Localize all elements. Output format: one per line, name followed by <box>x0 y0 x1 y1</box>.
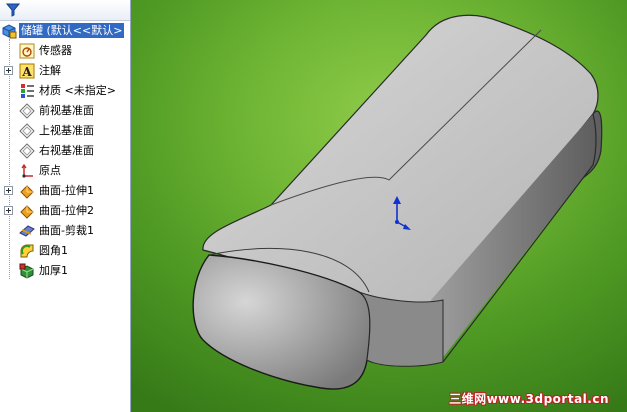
plane-icon <box>19 103 35 119</box>
tree-item-label: 注解 <box>39 64 61 77</box>
tree-item-sensors[interactable]: 传感器 <box>0 41 130 61</box>
tree-item-label: 曲面-剪裁1 <box>39 224 94 237</box>
surface-trim-icon <box>19 225 35 237</box>
tree-root-part[interactable]: 储罐 (默认<<默认> <box>0 21 130 41</box>
tree-item-label: 材质 <未指定> <box>39 84 116 97</box>
svg-text:A: A <box>21 65 32 79</box>
surface-extrude-icon <box>20 205 34 219</box>
tree-item-label: 曲面-拉伸2 <box>39 204 94 217</box>
tree-item-surface-extrude-2[interactable]: 曲面-拉伸2 <box>0 201 130 221</box>
filter-icon[interactable] <box>6 3 20 17</box>
tree-item-label: 加厚1 <box>39 264 68 277</box>
tree-item-label: 上视基准面 <box>39 124 94 137</box>
tree-item-material[interactable]: 材质 <未指定> <box>0 81 130 101</box>
tree-item-surface-trim-1[interactable]: 曲面-剪裁1 <box>0 221 130 241</box>
tree-item-label: 传感器 <box>39 44 72 57</box>
tree-item-label: 前视基准面 <box>39 104 94 117</box>
feature-manager-panel: 储罐 (默认<<默认> 传感器 A 注解 材质 <未指定> 前视基准面 上视基准… <box>0 0 131 412</box>
filter-bar <box>0 0 130 21</box>
model-view <box>192 14 603 390</box>
tree-item-right-plane[interactable]: 右视基准面 <box>0 141 130 161</box>
surface-extrude-icon <box>20 185 34 199</box>
material-icon <box>21 84 34 98</box>
watermark-text: 三维网www.3dportal.cn <box>449 392 609 406</box>
tree-item-label: 曲面-拉伸1 <box>39 184 94 197</box>
thicken-icon <box>19 263 34 279</box>
tree-item-label: 右视基准面 <box>39 144 94 157</box>
plane-icon <box>19 123 35 139</box>
sensor-icon <box>19 43 35 59</box>
tree-item-label: 圆角1 <box>39 244 68 257</box>
tree-item-fillet-1[interactable]: 圆角1 <box>0 241 130 261</box>
tree-item-label: 原点 <box>39 164 61 177</box>
graphics-viewport[interactable]: 三维网www.3dportal.cn <box>131 0 627 412</box>
expand-toggle[interactable] <box>4 186 13 195</box>
tree-item-thicken-1[interactable]: 加厚1 <box>0 261 130 281</box>
part-icon <box>2 24 17 39</box>
expand-toggle[interactable] <box>4 66 13 75</box>
plane-icon <box>19 143 35 159</box>
tree-item-surface-extrude-1[interactable]: 曲面-拉伸1 <box>0 181 130 201</box>
tree-root-label: 储罐 (默认<<默认> <box>19 23 125 38</box>
tree-item-top-plane[interactable]: 上视基准面 <box>0 121 130 141</box>
origin-icon <box>21 163 33 178</box>
annotation-icon: A <box>19 63 35 79</box>
tree-item-origin[interactable]: 原点 <box>0 161 130 181</box>
expand-toggle[interactable] <box>4 206 13 215</box>
fillet-icon <box>20 244 34 258</box>
tree-item-front-plane[interactable]: 前视基准面 <box>0 101 130 121</box>
tree-item-annotations[interactable]: A 注解 <box>0 61 130 81</box>
